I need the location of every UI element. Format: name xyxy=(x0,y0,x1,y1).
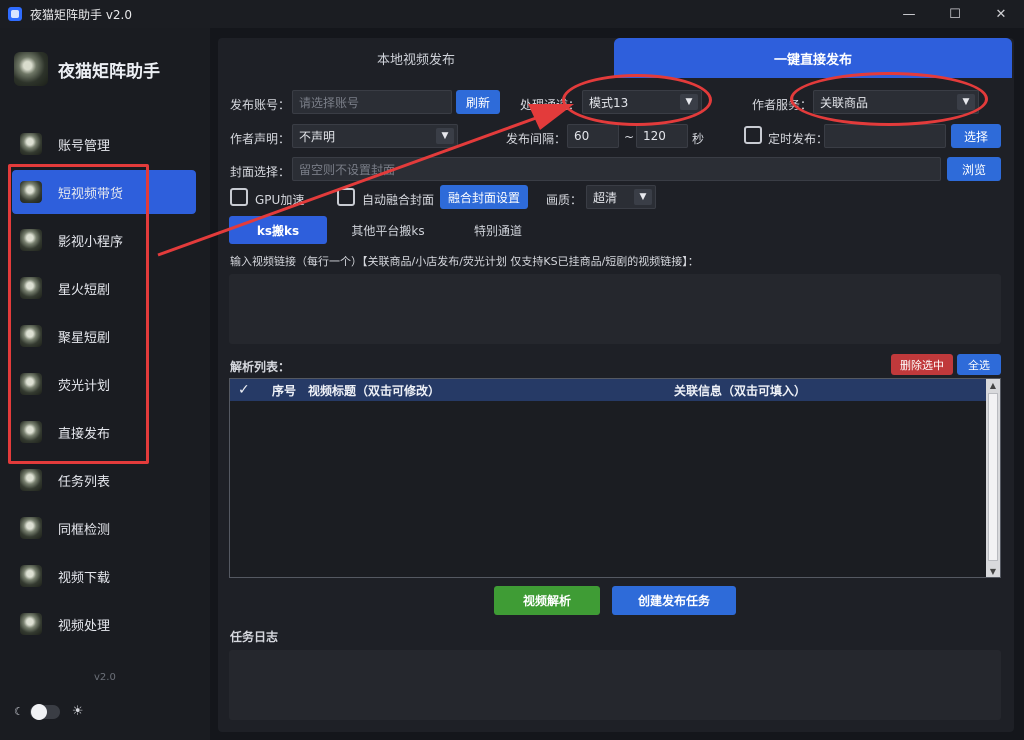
arrow-shaft xyxy=(157,116,537,257)
arrow-head xyxy=(528,104,574,130)
annotation-arrow xyxy=(157,104,574,257)
